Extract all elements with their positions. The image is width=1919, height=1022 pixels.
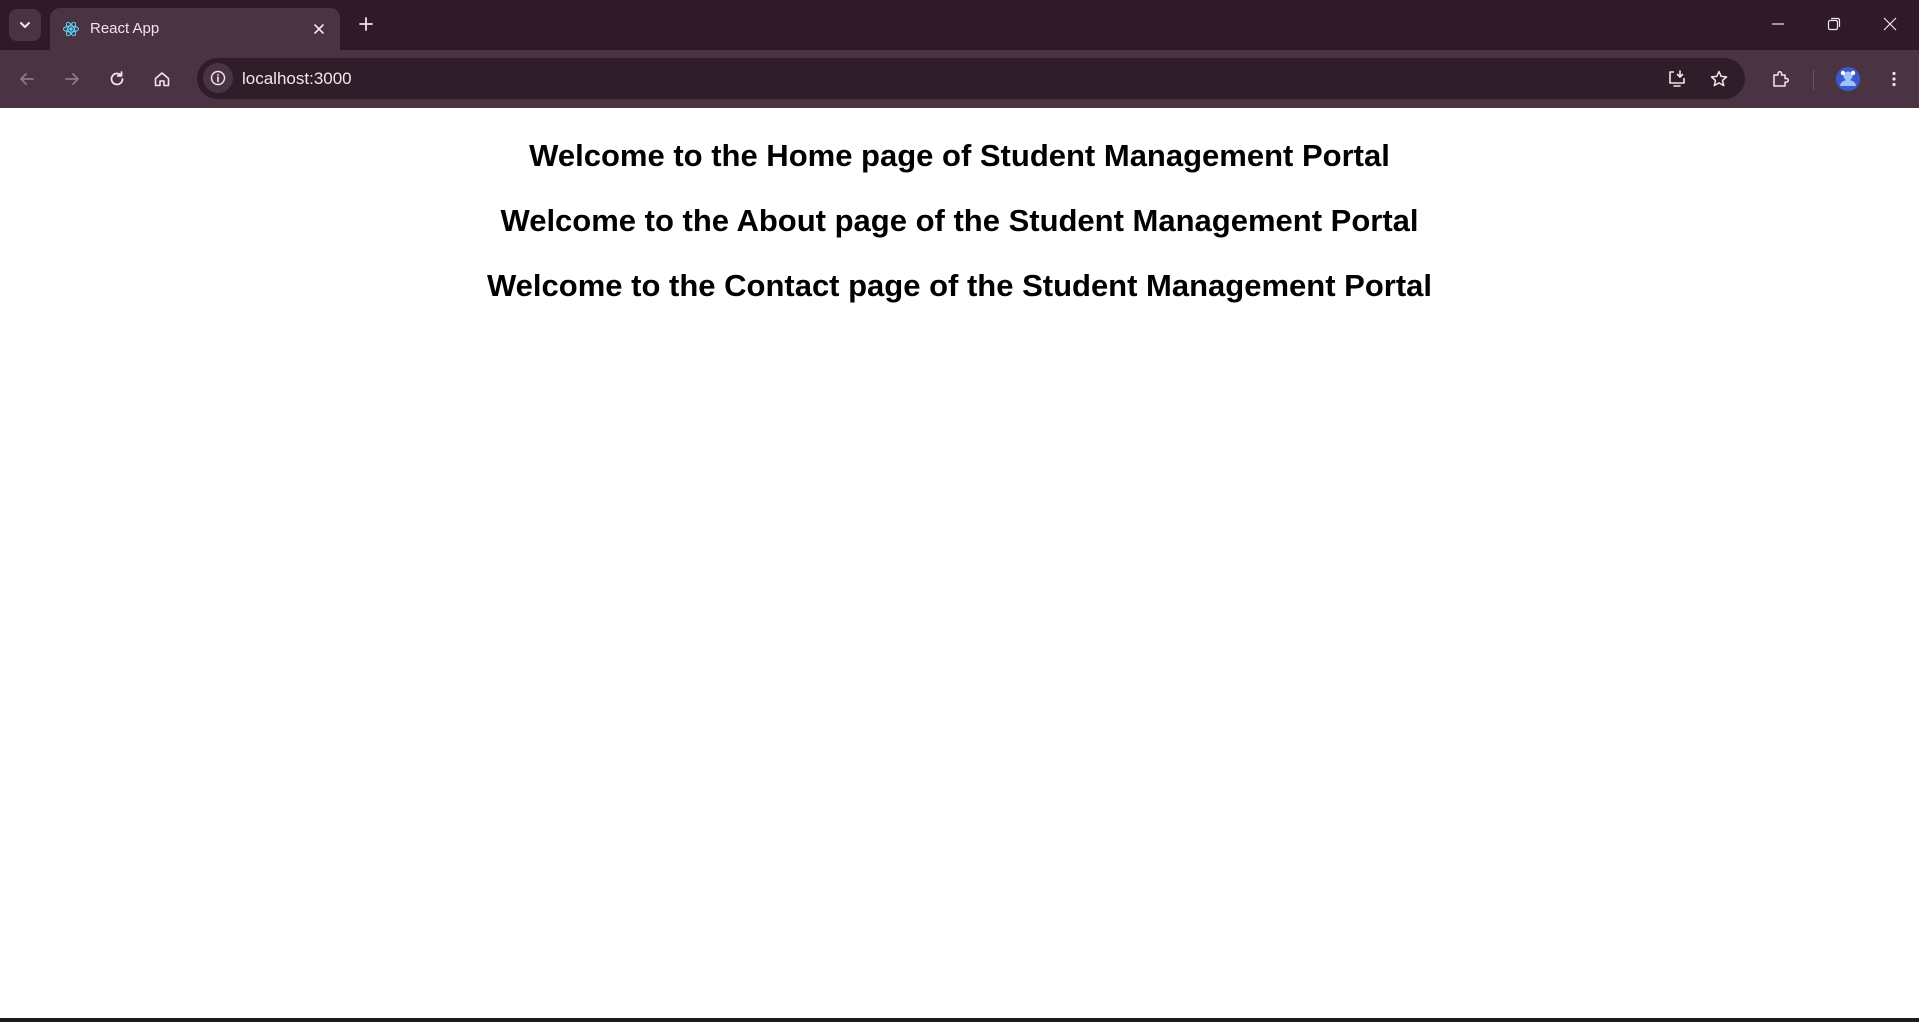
home-heading: Welcome to the Home page of Student Mana… [529, 138, 1390, 173]
tab-react-app[interactable]: React App [50, 8, 340, 50]
restore-button[interactable] [1806, 0, 1862, 48]
more-vertical-icon [1892, 71, 1896, 87]
react-logo-icon [63, 21, 79, 37]
minimize-button[interactable] [1750, 0, 1806, 48]
reload-button[interactable] [101, 63, 133, 95]
puzzle-icon [1773, 70, 1790, 87]
install-icon [1669, 70, 1685, 87]
tab-search-button[interactable] [9, 9, 41, 41]
tab-close-button[interactable] [308, 18, 330, 40]
bookmark-button[interactable] [1704, 64, 1734, 94]
url-text[interactable]: localhost:3000 [242, 69, 352, 89]
window-bottom-border [0, 1018, 1919, 1022]
profile-button[interactable] [1832, 63, 1864, 95]
close-icon [1883, 17, 1897, 31]
avatar-icon [1836, 67, 1860, 91]
about-heading: Welcome to the About page of the Student… [500, 203, 1419, 238]
browser-window: React App localhost:3000 Welcome to the … [0, 0, 1919, 1022]
info-icon [210, 70, 226, 86]
forward-button[interactable] [56, 63, 88, 95]
address-bar[interactable]: localhost:3000 [197, 58, 1745, 99]
home-button[interactable] [146, 63, 178, 95]
chevron-down-icon [20, 22, 30, 28]
reload-icon [110, 71, 124, 86]
menu-button[interactable] [1878, 63, 1910, 95]
restore-icon [1827, 17, 1841, 31]
arrow-right-icon [65, 73, 79, 85]
install-app-button[interactable] [1662, 64, 1692, 94]
new-tab-button[interactable] [352, 10, 380, 38]
tab-title: React App [90, 20, 160, 37]
extensions-button[interactable] [1765, 63, 1797, 95]
page-content: Welcome to the Home page of Student Mana… [0, 108, 1919, 1018]
contact-heading: Welcome to the Contact page of the Stude… [486, 268, 1432, 303]
close-icon [314, 24, 324, 34]
star-icon [1710, 70, 1728, 87]
browser-toolbar: localhost:3000 [0, 50, 1919, 108]
toolbar-divider [1813, 70, 1814, 90]
close-window-button[interactable] [1862, 0, 1918, 48]
home-icon [154, 72, 170, 87]
site-info-button[interactable] [203, 63, 233, 93]
minimize-icon [1772, 23, 1784, 25]
tab-strip: React App [0, 0, 1919, 50]
arrow-left-icon [20, 73, 34, 85]
plus-icon [359, 17, 373, 31]
back-button[interactable] [11, 63, 43, 95]
